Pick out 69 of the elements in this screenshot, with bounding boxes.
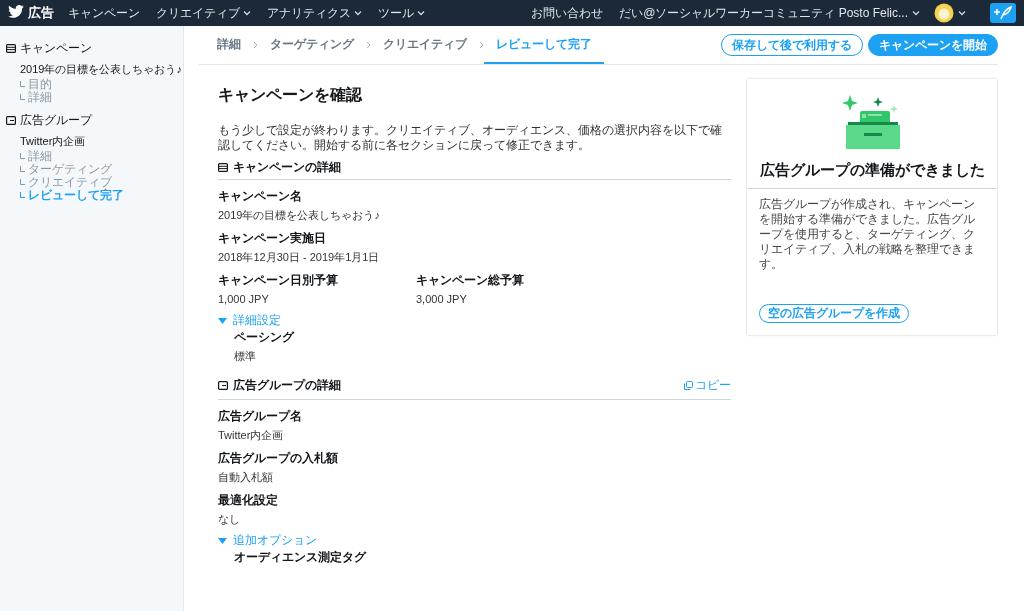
card-text: 広告グループが作成され、キャンペーンを開始する準備ができました。広告グループを使用すると、ターゲティング、クリエイティブ、入札の戦略を整理できます。 bbox=[758, 196, 976, 273]
compose-button[interactable] bbox=[990, 3, 1016, 23]
sidebar-heading: キャンペーン bbox=[20, 40, 92, 57]
account-menu[interactable]: だい@ソーシャルワーカーコミュニティ Posto Felic... bbox=[619, 4, 920, 22]
chevron-icon bbox=[479, 41, 484, 49]
chevron-icon bbox=[366, 41, 371, 49]
triangle-icon bbox=[218, 317, 227, 324]
sidebar-item[interactable]: 2019年の目標を公表しちゃおう♪ bbox=[20, 62, 183, 77]
sidebar-subitem[interactable]: 詳細 bbox=[20, 150, 52, 163]
sidebar-subitem[interactable]: レビューして完了 bbox=[20, 189, 124, 202]
section-heading: 広告グループの詳細 bbox=[233, 379, 342, 392]
feather-plus-icon bbox=[994, 6, 1012, 20]
field-value: 3,000 JPY bbox=[416, 293, 468, 306]
caret-icon bbox=[958, 10, 966, 16]
triangle-icon bbox=[218, 537, 227, 544]
start-campaign-button[interactable]: キャンペーンを開始 bbox=[868, 34, 998, 56]
sidebar-item[interactable]: Twitter内企画 bbox=[20, 134, 183, 149]
section-icon bbox=[218, 163, 228, 172]
contact-link[interactable]: お問い合わせ bbox=[531, 4, 604, 22]
field-value: 2018年12月30日 - 2019年1月1日 bbox=[218, 251, 381, 264]
caret-icon bbox=[912, 10, 920, 16]
section-heading: キャンペーンの詳細 bbox=[233, 161, 342, 174]
step-tab[interactable]: レビューして完了 bbox=[484, 26, 604, 64]
nav-menu[interactable]: ツール bbox=[378, 4, 425, 22]
expander-toggle[interactable]: 詳細設定 bbox=[218, 314, 281, 327]
copy-link[interactable]: コピー bbox=[684, 377, 731, 394]
caret-icon bbox=[354, 10, 362, 16]
caret-icon bbox=[243, 10, 251, 16]
field-label: キャンペーン名 bbox=[218, 189, 303, 203]
step-tab[interactable]: 詳細 bbox=[217, 26, 253, 64]
step-tab[interactable]: ターゲティング bbox=[258, 26, 366, 64]
field-value: 標準 bbox=[234, 350, 257, 363]
field-value: 自動入札額 bbox=[218, 471, 274, 484]
expander-toggle[interactable]: 追加オプション bbox=[218, 534, 317, 547]
avatar-icon[interactable] bbox=[934, 3, 954, 23]
nav-menu[interactable]: アナリティクス bbox=[267, 4, 362, 22]
field-value: なし bbox=[218, 513, 241, 526]
copy-icon bbox=[684, 381, 693, 390]
sidebar-subitem[interactable]: ターゲティング bbox=[20, 163, 112, 176]
field-value: 2019年の目標を公表しちゃおう♪ bbox=[218, 209, 381, 222]
field-value: Twitter内企画 bbox=[218, 429, 285, 442]
logo-text: 広告 bbox=[28, 4, 54, 22]
nav-menu[interactable]: クリエイティブ bbox=[156, 4, 251, 22]
sidebar-subitem[interactable]: 目的 bbox=[20, 78, 52, 91]
save-for-later-button[interactable]: 保存して後で利用する bbox=[721, 34, 863, 56]
step-tab[interactable]: クリエイティブ bbox=[371, 26, 479, 64]
sidebar-heading: 広告グループ bbox=[20, 112, 92, 129]
sidebar-subitem[interactable]: クリエイティブ bbox=[20, 176, 112, 189]
field-label: オーディエンス測定タグ bbox=[234, 550, 368, 564]
field-label: キャンペーン日別予算 bbox=[218, 273, 339, 287]
nav-menu[interactable]: キャンペーン bbox=[68, 4, 140, 22]
page-title: キャンペーンを確認 bbox=[218, 85, 363, 105]
bird-logo-icon[interactable] bbox=[8, 5, 24, 18]
create-adgroup-button[interactable]: 空の広告グループを作成 bbox=[759, 304, 909, 323]
field-value: 1,000 JPY bbox=[218, 293, 270, 306]
field-label: 最適化設定 bbox=[218, 493, 279, 507]
card-title: 広告グループの準備ができました bbox=[759, 161, 985, 180]
field-label: 広告グループ名 bbox=[218, 409, 303, 423]
sidebar-subitem[interactable]: 詳細 bbox=[20, 91, 52, 104]
field-label: キャンペーン実施日 bbox=[218, 231, 327, 245]
section-icon bbox=[218, 381, 228, 390]
caret-icon bbox=[417, 10, 425, 16]
field-label: 広告グループの入札額 bbox=[218, 451, 339, 465]
field-label: キャンペーン総予算 bbox=[416, 273, 525, 287]
field-label: ペーシング bbox=[234, 330, 296, 344]
intro-text: もう少しで設定が終わります。クリエイティブ、オーディエンス、価格の選択内容を以下で確認してください。開始する前に各セクションに戻って修正できます。 bbox=[218, 123, 723, 153]
chevron-icon bbox=[253, 41, 258, 49]
section-icon bbox=[6, 44, 16, 53]
section-icon bbox=[6, 116, 16, 125]
